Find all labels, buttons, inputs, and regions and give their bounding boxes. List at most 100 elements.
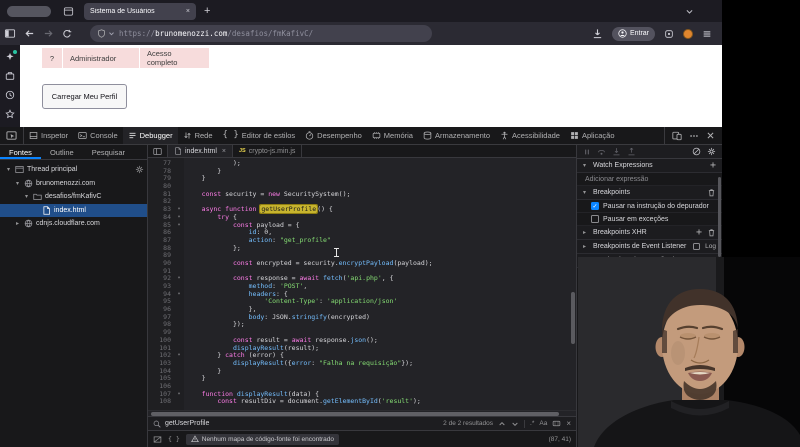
devtools-tab-application[interactable]: Aplicação xyxy=(565,127,620,144)
chevron-right-icon[interactable]: ▸ xyxy=(14,220,21,227)
debugger-settings-gear-icon[interactable] xyxy=(707,147,716,156)
new-tab-button[interactable]: + xyxy=(204,5,210,17)
code-line[interactable]: const resultDiv = document.getElementByI… xyxy=(186,398,576,406)
devtools-tab-debugger[interactable]: Debugger xyxy=(123,127,178,144)
responsive-mode-icon[interactable] xyxy=(672,131,682,141)
bookmarks-star-icon[interactable] xyxy=(5,109,15,119)
fold-arrow-icon[interactable]: ▾ xyxy=(174,391,184,399)
extension-icon[interactable] xyxy=(664,29,674,39)
regex-toggle[interactable]: .* xyxy=(530,420,534,427)
add-icon[interactable]: + xyxy=(696,228,702,238)
blackbox-source-icon[interactable] xyxy=(153,435,162,444)
tree-item-index-html[interactable]: index.html xyxy=(0,204,147,218)
tree-item-desafios-fmkafivc[interactable]: ▾desafios/fmKafivC xyxy=(0,190,147,204)
code-line[interactable]: } xyxy=(186,175,576,183)
pause-icon[interactable] xyxy=(583,148,591,156)
code-line[interactable]: action: "get_profile" xyxy=(186,237,576,245)
code-lines[interactable]: ); } } const security = new SecuritySyst… xyxy=(184,158,576,410)
editor-vertical-scrollbar[interactable] xyxy=(571,292,575,344)
devtools-tab-console[interactable]: Console xyxy=(73,127,123,144)
fold-arrow-icon[interactable]: ▾ xyxy=(174,214,184,222)
section-header-breakpoints[interactable]: ▾Breakpoints xyxy=(577,186,722,200)
fold-arrow-icon[interactable]: ▾ xyxy=(174,222,184,230)
chevron-down-icon[interactable]: ▾ xyxy=(23,193,30,200)
code-line[interactable]: ); xyxy=(186,160,576,168)
chevron-down-icon[interactable]: ▾ xyxy=(583,189,589,196)
pretty-print-icon[interactable]: { } xyxy=(168,435,180,443)
code-line[interactable]: async function getUserProfile() { xyxy=(186,206,576,214)
breakpoint-option-row[interactable]: Pausar em exceções xyxy=(577,213,722,226)
whole-word-toggle-icon[interactable] xyxy=(552,419,561,428)
tab-close-icon[interactable]: × xyxy=(186,8,190,15)
chevron-down-icon[interactable]: ▾ xyxy=(5,166,12,173)
url-text[interactable]: https://brunomenozzi.com/desafios/fmKafi… xyxy=(119,29,313,38)
editor-tab-crypto-js-min-js[interactable]: JScrypto-js.min.js xyxy=(233,145,302,157)
section-header-watch-expressions[interactable]: ▾Watch Expressions+ xyxy=(577,159,722,173)
devtools-tab-network[interactable]: Rede xyxy=(178,127,218,144)
reload-icon[interactable] xyxy=(62,29,72,39)
devtools-tab-inspector[interactable]: Inspetor xyxy=(24,127,73,144)
site-identity-chevron-icon[interactable] xyxy=(108,30,115,37)
devtools-tab-performance[interactable]: Desempenho xyxy=(300,127,367,144)
step-out-icon[interactable] xyxy=(627,147,636,156)
editor-tab-index-html[interactable]: index.html× xyxy=(168,145,233,157)
watch-expression-input[interactable]: Adicionar expressão xyxy=(577,173,722,186)
devtools-close-icon[interactable] xyxy=(706,131,715,140)
chevron-down-icon[interactable]: ▾ xyxy=(14,180,21,187)
load-profile-button[interactable]: Carregar Meu Perfil xyxy=(42,84,127,109)
editor-tab-close-icon[interactable]: × xyxy=(222,148,226,155)
site-identity-shield-icon[interactable] xyxy=(97,29,106,38)
step-in-icon[interactable] xyxy=(612,147,621,156)
previous-match-icon[interactable] xyxy=(498,420,506,428)
fold-arrow-icon[interactable]: ▾ xyxy=(174,206,184,214)
sources-tab-outline[interactable]: Outline xyxy=(41,145,83,159)
devtools-tab-styles[interactable]: { }Editor de estilos xyxy=(218,127,301,144)
editor-horizontal-scrollbar[interactable] xyxy=(148,410,576,416)
deactivate-breakpoints-icon[interactable] xyxy=(692,147,701,156)
scrollbar-thumb[interactable] xyxy=(151,412,559,416)
checkbox-checked[interactable]: ✓ xyxy=(591,202,599,210)
fold-markers[interactable]: ▾▾▾▾▾▾▾ xyxy=(174,158,184,410)
checkbox-unchecked[interactable] xyxy=(591,215,599,223)
devtools-tab-memory[interactable]: Memória xyxy=(367,127,418,144)
synced-tabs-icon[interactable] xyxy=(5,71,15,81)
log-checkbox[interactable] xyxy=(693,243,700,250)
code-line[interactable]: } xyxy=(186,368,576,376)
devtools-menu-icon[interactable] xyxy=(689,131,699,141)
list-all-tabs-icon[interactable] xyxy=(685,7,694,16)
step-over-icon[interactable] xyxy=(597,147,606,156)
sources-tab-fontes[interactable]: Fontes xyxy=(0,145,41,159)
history-icon[interactable] xyxy=(5,90,15,100)
url-bar[interactable]: https://brunomenozzi.com/desafios/fmKafi… xyxy=(90,25,432,42)
code-line[interactable]: const security = new SecuritySystem(); xyxy=(186,191,576,199)
next-match-icon[interactable] xyxy=(511,420,519,428)
case-sensitive-toggle[interactable]: Aa xyxy=(539,420,547,427)
code-line[interactable]: } xyxy=(186,168,576,176)
right-panel-scrollbar[interactable] xyxy=(718,177,721,257)
line-number[interactable]: 108 xyxy=(148,398,171,406)
sidebar-toggle-icon[interactable] xyxy=(4,28,16,39)
browser-tab[interactable]: Sistema de Usuários × xyxy=(84,3,196,20)
delete-icon[interactable] xyxy=(707,228,716,237)
code-editor[interactable]: 7778798081828384858687888990919293949596… xyxy=(148,158,576,410)
line-number-gutter[interactable]: 7778798081828384858687888990919293949596… xyxy=(148,158,174,410)
code-line[interactable]: }); xyxy=(186,321,576,329)
devtools-tab-accessibility[interactable]: Acessibilidade xyxy=(495,127,565,144)
code-line[interactable]: const encrypted = security.encryptPayloa… xyxy=(186,260,576,268)
menu-icon[interactable] xyxy=(702,29,712,39)
fold-arrow-icon[interactable]: ▾ xyxy=(174,291,184,299)
download-icon[interactable] xyxy=(592,28,603,39)
fold-arrow-icon[interactable]: ▾ xyxy=(174,275,184,283)
tree-item-brunomenozzi-com[interactable]: ▾brunomenozzi.com xyxy=(0,177,147,191)
profile-avatar-icon[interactable] xyxy=(683,29,693,39)
breakpoint-option-row[interactable]: ✓Pausar na instrução do depurador xyxy=(577,200,722,213)
delete-icon[interactable] xyxy=(707,188,716,197)
tree-item-cdnjs-cloudflare-com[interactable]: ▸cdnjs.cloudflare.com xyxy=(0,217,147,231)
sources-tab-pesquisar[interactable]: Pesquisar xyxy=(83,145,134,159)
collapse-sources-icon[interactable] xyxy=(148,145,168,157)
firefox-view-icon[interactable] xyxy=(63,6,74,17)
thread-settings-gear-icon[interactable] xyxy=(135,165,144,174)
code-line[interactable]: }; xyxy=(186,245,576,253)
code-line[interactable]: } xyxy=(186,375,576,383)
tree-item-thread-principal[interactable]: ▾Thread principal xyxy=(0,163,147,177)
